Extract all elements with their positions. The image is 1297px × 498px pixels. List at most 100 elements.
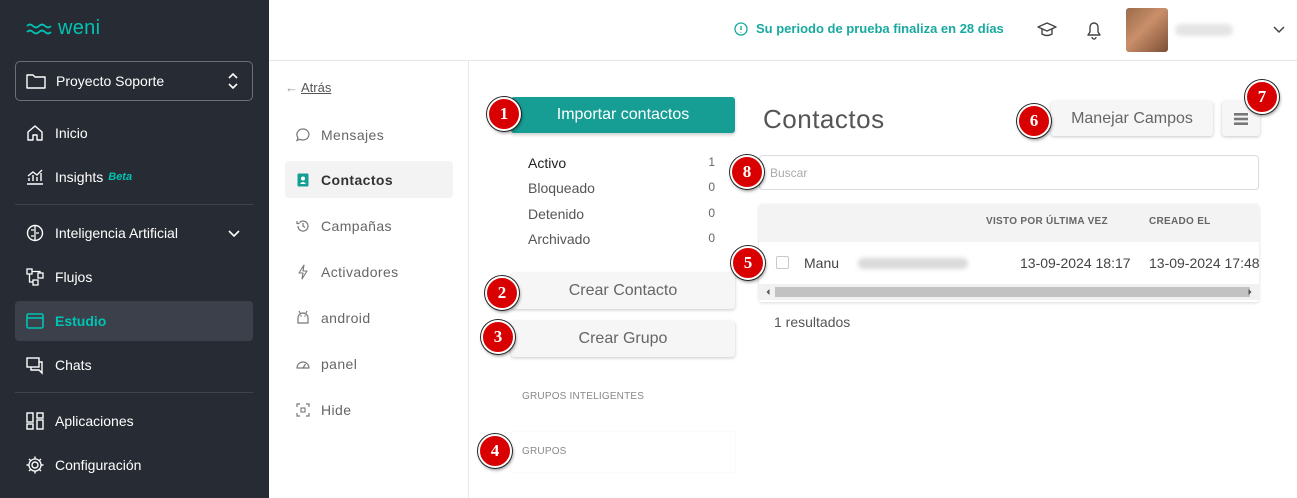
status-filter-activo[interactable]: Activo 1 bbox=[528, 155, 718, 171]
sidebar-item-label: Aplicaciones bbox=[55, 413, 134, 429]
submenu-item-activadores[interactable]: Activadores bbox=[285, 253, 453, 290]
submenu-item-campanas[interactable]: Campañas bbox=[285, 207, 453, 244]
contact-urn-blurred bbox=[858, 258, 968, 269]
flows-icon bbox=[25, 267, 45, 287]
import-contacts-button[interactable]: Importar contactos bbox=[511, 97, 735, 133]
gear-icon bbox=[25, 455, 45, 475]
scrollbar-thumb[interactable] bbox=[775, 287, 1250, 297]
search-input[interactable] bbox=[759, 155, 1259, 190]
graduation-cap-icon[interactable] bbox=[1036, 19, 1058, 41]
sidebar-item-insights[interactable]: Insights Beta bbox=[15, 157, 253, 197]
chevron-down-icon[interactable] bbox=[1272, 22, 1286, 36]
status-filter-archivado[interactable]: Archivado 0 bbox=[528, 231, 718, 247]
annotation-marker: 6 bbox=[1017, 104, 1051, 138]
sidebar-item-flujos[interactable]: Flujos bbox=[15, 257, 253, 297]
sidebar-item-label: Insights bbox=[55, 169, 104, 185]
manage-fields-button[interactable]: Manejar Campos bbox=[1051, 101, 1213, 136]
user-name-blurred bbox=[1175, 24, 1233, 36]
submenu-item-label: Activadores bbox=[321, 263, 399, 280]
submenu-item-label: panel bbox=[321, 355, 358, 372]
fullscreen-icon bbox=[295, 402, 311, 418]
table-row[interactable]: Manu 13-09-2024 18:17 13-09-2024 17:48 bbox=[759, 242, 1259, 284]
sidebar-item-chats[interactable]: Chats bbox=[15, 345, 253, 385]
status-count: 1 bbox=[708, 155, 715, 169]
avatar[interactable] bbox=[1126, 8, 1168, 52]
status-label: Detenido bbox=[528, 206, 585, 222]
annotation-marker: 7 bbox=[1245, 80, 1279, 114]
row-checkbox[interactable] bbox=[776, 256, 789, 269]
create-group-button[interactable]: Crear Grupo bbox=[511, 321, 735, 357]
bell-icon[interactable] bbox=[1083, 19, 1105, 41]
sidebar-item-label: Flujos bbox=[55, 269, 93, 285]
results-count: 1 resultados bbox=[774, 314, 851, 330]
smart-groups-heading: GRUPOS INTELIGENTES bbox=[522, 391, 645, 402]
page-title: Contactos bbox=[763, 104, 885, 134]
status-label: Bloqueado bbox=[528, 180, 595, 196]
annotation-marker: 2 bbox=[485, 276, 519, 310]
status-filter-bloqueado[interactable]: Bloqueado 0 bbox=[528, 180, 718, 196]
column-header-last-seen[interactable]: VISTO POR ÚLTIMA VEZ bbox=[986, 216, 1108, 227]
status-filter-detenido[interactable]: Detenido 0 bbox=[528, 206, 718, 222]
scroll-left-icon[interactable] bbox=[763, 287, 773, 297]
table-header: VISTO POR ÚLTIMA VEZ CREADO EL bbox=[759, 204, 1259, 242]
column-header-created[interactable]: CREADO EL bbox=[1149, 216, 1211, 227]
contact-name[interactable]: Manu bbox=[804, 255, 839, 271]
project-selector[interactable]: Proyecto Soporte bbox=[15, 61, 253, 101]
annotation-marker: 8 bbox=[730, 155, 764, 189]
contact-created: 13-09-2024 17:48 bbox=[1149, 255, 1259, 271]
annotation-marker: 1 bbox=[487, 97, 521, 131]
arrow-left-icon: ← bbox=[285, 80, 298, 95]
weni-logo[interactable]: weni bbox=[26, 17, 100, 40]
submenu-item-mensajes[interactable]: Mensajes bbox=[285, 116, 453, 153]
sidebar-item-configuracion[interactable]: Configuración bbox=[15, 445, 253, 485]
status-count: 0 bbox=[708, 231, 715, 245]
sidebar-item-ia[interactable]: Inteligencia Artificial bbox=[15, 213, 253, 253]
weni-wave-icon bbox=[26, 23, 52, 34]
folder-icon bbox=[26, 74, 46, 89]
brand-name: weni bbox=[58, 17, 101, 39]
chevron-updown-icon bbox=[228, 72, 238, 90]
hamburger-menu-icon bbox=[1234, 112, 1248, 125]
beta-badge: Beta bbox=[108, 171, 133, 183]
submenu-item-label: Mensajes bbox=[321, 126, 385, 143]
scroll-right-icon[interactable] bbox=[1245, 287, 1255, 297]
status-count: 0 bbox=[708, 206, 715, 220]
sidebar-item-aplicaciones[interactable]: Aplicaciones bbox=[15, 401, 253, 441]
status-label: Activo bbox=[528, 155, 567, 171]
top-header: Su periodo de prueba finaliza en 28 días bbox=[269, 0, 1297, 61]
submenu-item-panel[interactable]: panel bbox=[285, 345, 453, 382]
submenu-item-android[interactable]: android bbox=[285, 299, 453, 336]
chevron-down-icon bbox=[228, 230, 240, 238]
submenu-item-contactos[interactable]: Contactos bbox=[285, 161, 453, 198]
annotation-marker: 5 bbox=[731, 246, 765, 280]
sidebar-item-label: Configuración bbox=[55, 457, 142, 473]
gauge-icon bbox=[295, 356, 311, 372]
studio-window-icon bbox=[25, 311, 45, 331]
back-link[interactable]: ← Atrás bbox=[285, 80, 331, 95]
trial-text: Su periodo de prueba finaliza en 28 días bbox=[756, 21, 1004, 36]
history-icon bbox=[295, 218, 311, 234]
brain-icon bbox=[25, 223, 45, 243]
info-icon bbox=[734, 21, 748, 36]
sidebar-item-inicio[interactable]: Inicio bbox=[15, 113, 253, 153]
contact-card-icon bbox=[295, 172, 311, 188]
apps-grid-icon bbox=[25, 411, 45, 431]
sidebar-divider bbox=[15, 392, 253, 393]
sidebar-item-estudio[interactable]: Estudio bbox=[15, 301, 253, 341]
back-label: Atrás bbox=[301, 80, 332, 95]
message-bubble-icon bbox=[295, 127, 311, 143]
create-contact-button[interactable]: Crear Contacto bbox=[511, 273, 735, 309]
bolt-icon bbox=[295, 263, 311, 280]
status-label: Archivado bbox=[528, 231, 591, 247]
submenu-item-label: Contactos bbox=[321, 171, 394, 188]
main-sidebar: weni Proyecto Soporte Inicio Insights Be… bbox=[0, 0, 269, 498]
sidebar-item-label: Inteligencia Artificial bbox=[55, 225, 178, 241]
home-icon bbox=[25, 123, 45, 143]
sidebar-item-label: Estudio bbox=[55, 313, 107, 329]
horizontal-scrollbar[interactable] bbox=[759, 284, 1259, 300]
submenu-item-hide[interactable]: Hide bbox=[285, 391, 453, 428]
submenu-item-label: Hide bbox=[321, 401, 352, 418]
sidebar-divider bbox=[15, 204, 253, 205]
status-count: 0 bbox=[708, 180, 715, 194]
submenu-item-label: android bbox=[321, 309, 371, 326]
